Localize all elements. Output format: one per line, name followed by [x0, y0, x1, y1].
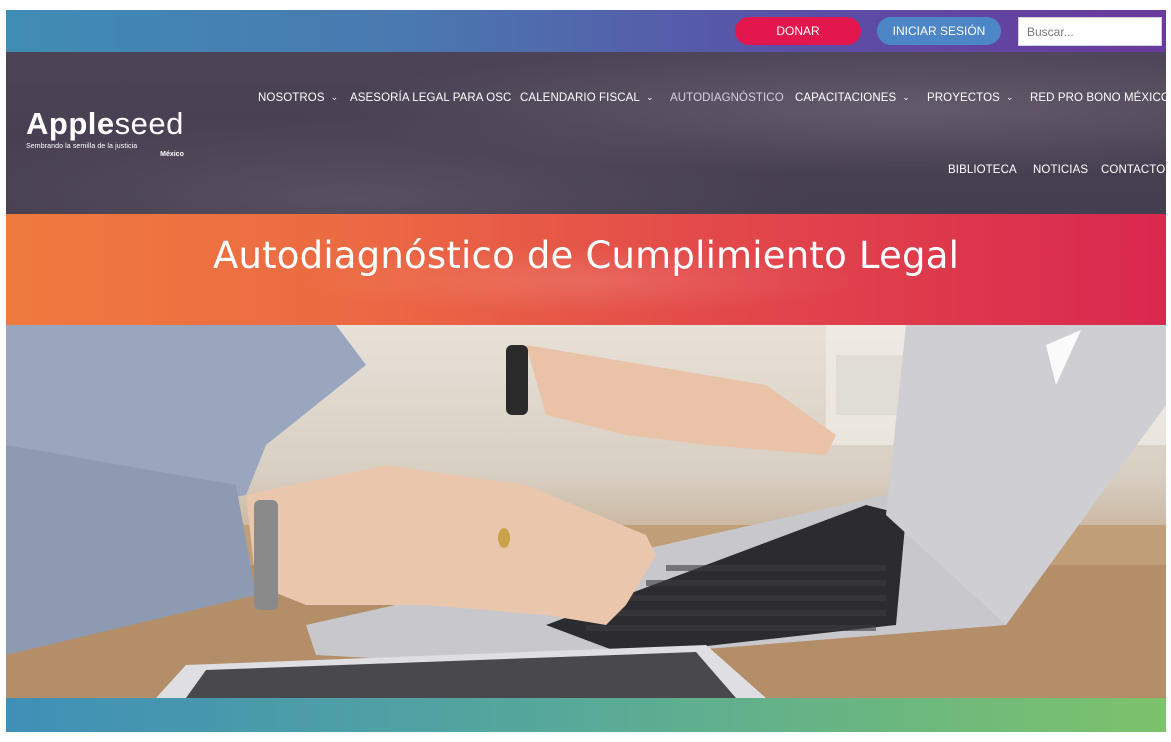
nav-item-label: ASESORÍA LEGAL PARA OSC — [350, 92, 512, 104]
hero-image — [6, 325, 1166, 698]
nav-item-label: PROYECTOS — [927, 92, 1000, 104]
page-title: Autodiagnóstico de Cumplimiento Legal — [212, 234, 960, 277]
site-header: Appleseed Sembrando la semilla de la jus… — [6, 52, 1166, 214]
nav-item-label: AUTODIAGNÓSTICO — [670, 92, 784, 104]
nav-item-label: CAPACITACIONES — [795, 92, 897, 104]
chevron-down-icon: ⌄ — [1005, 92, 1014, 102]
nav-item-biblioteca[interactable]: BIBLIOTECA — [948, 164, 1017, 176]
hero-illustration — [6, 325, 1166, 698]
page-title-banner: Autodiagnóstico de Cumplimiento Legal — [6, 214, 1166, 325]
nav-item-noticias[interactable]: NOTICIAS — [1033, 164, 1088, 176]
nav-item-label: NOSOTROS — [258, 92, 325, 104]
site-logo[interactable]: Appleseed Sembrando la semilla de la jus… — [26, 107, 184, 159]
donate-button[interactable]: DONAR — [735, 17, 861, 45]
logo-wordmark: Appleseed — [26, 106, 184, 141]
page-frame: DONAR INICIAR SESIÓN Appleseed Sembrando… — [6, 10, 1166, 732]
chevron-down-icon: ⌄ — [645, 92, 654, 102]
logo-tagline: Sembrando la semilla de la justicia — [26, 143, 138, 150]
nav-item-calendario-fiscal[interactable]: CALENDARIO FISCAL ⌄ — [520, 92, 654, 104]
chevron-down-icon: ⌄ — [902, 92, 910, 102]
logo-country: México — [160, 151, 184, 158]
nav-item-label: NOTICIAS — [1033, 164, 1089, 176]
bottom-gradient-strip — [6, 698, 1166, 732]
nav-item-autodiagnostico[interactable]: AUTODIAGNÓSTICO — [670, 92, 784, 104]
nav-item-label: CALENDARIO FISCAL — [520, 92, 640, 104]
login-button[interactable]: INICIAR SESIÓN — [877, 17, 1001, 45]
top-utility-bar: DONAR INICIAR SESIÓN — [6, 10, 1166, 52]
nav-item-label: CONTACTO — [1101, 164, 1166, 176]
nav-item-asesoria-legal[interactable]: ASESORÍA LEGAL PARA OSC — [350, 92, 511, 104]
nav-item-capacitaciones[interactable]: CAPACITACIONES ⌄ — [795, 92, 910, 104]
nav-item-contacto[interactable]: CONTACTO — [1101, 164, 1165, 176]
search-input[interactable] — [1018, 17, 1162, 46]
nav-item-label: BIBLIOTECA — [948, 164, 1017, 176]
nav-item-proyectos[interactable]: PROYECTOS ⌄ — [927, 92, 1014, 104]
nav-item-red-pro-bono[interactable]: RED PRO BONO MÉXICO — [1030, 92, 1166, 104]
nav-item-label: RED PRO BONO MÉXICO — [1030, 92, 1166, 104]
nav-item-nosotros[interactable]: NOSOTROS ⌄ — [258, 92, 338, 104]
chevron-down-icon: ⌄ — [330, 92, 339, 102]
